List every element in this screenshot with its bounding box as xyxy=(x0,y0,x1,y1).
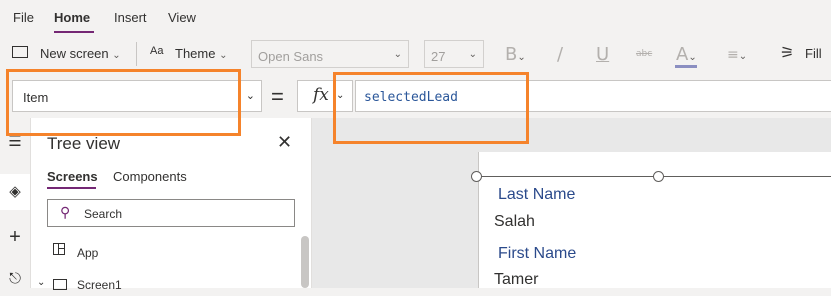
tree-item-screen1-label: Screen1 xyxy=(77,278,122,292)
tab-screens[interactable]: Screens xyxy=(47,169,98,184)
search-input[interactable]: ⚲ Search xyxy=(47,199,295,227)
font-family-select[interactable]: Open Sans ⌄ xyxy=(251,40,409,68)
tree-view-rail-button[interactable]: ◈ xyxy=(0,174,30,210)
toolbar-divider xyxy=(136,42,137,66)
search-icon: ⚲ xyxy=(60,204,71,220)
align-icon: ≡ xyxy=(727,47,739,63)
app-icon xyxy=(53,243,65,255)
new-screen-label: New screen xyxy=(40,46,109,61)
chevron-down-icon: ⌄ xyxy=(245,90,255,102)
chevron-down-icon: ⌄ xyxy=(112,50,121,61)
menu-view[interactable]: View xyxy=(168,10,196,25)
left-rail: ☰ ◈ + ⎋ xyxy=(0,118,31,288)
fill-icon: ⚞ xyxy=(780,45,795,62)
bold-button[interactable]: B⌄ xyxy=(505,44,526,65)
underline-button[interactable]: U xyxy=(596,44,609,65)
field-value-last-name: Salah xyxy=(494,213,535,230)
highlight-formula-box xyxy=(333,72,529,144)
field-value-first-name: Tamer xyxy=(494,271,539,288)
font-size-select[interactable]: 27 ⌄ xyxy=(424,40,484,68)
highlight-property-box xyxy=(6,69,241,136)
chevron-down-icon: ⌄ xyxy=(393,49,402,60)
font-color-swatch xyxy=(675,65,697,68)
tree-item-app[interactable]: App xyxy=(77,246,98,260)
equals-sign: = xyxy=(271,84,284,109)
menu-home[interactable]: Home xyxy=(54,10,90,25)
tree-view-panel: Tree view ✕ Screens Components ⚲ Search … xyxy=(31,118,312,292)
menu-bar: File Home Insert View xyxy=(0,0,831,36)
chevron-down-icon: ⌄ xyxy=(37,277,46,288)
layers-icon: ◈ xyxy=(9,183,21,200)
active-menu-underline xyxy=(54,31,94,33)
tab-components[interactable]: Components xyxy=(113,169,187,184)
menu-insert[interactable]: Insert xyxy=(114,10,147,25)
insert-plus-icon[interactable]: + xyxy=(0,226,30,249)
screen-icon xyxy=(53,279,67,290)
chevron-down-icon: ⌄ xyxy=(517,52,526,63)
fill-button[interactable]: Fill xyxy=(805,46,822,61)
chevron-down-icon: ⌄ xyxy=(219,50,228,61)
italic-button[interactable]: / xyxy=(557,44,563,65)
theme-icon: Aa xyxy=(150,45,164,57)
font-family-value: Open Sans xyxy=(258,49,324,64)
field-label-last-name: Last Name xyxy=(498,186,576,203)
bold-icon: B xyxy=(505,44,518,65)
theme-button[interactable]: Theme ⌄ xyxy=(175,46,227,61)
font-size-value: 27 xyxy=(431,49,446,64)
align-button[interactable]: ≡⌄ xyxy=(727,47,747,63)
tree-item-screen1[interactable]: ⌄ Screen1 xyxy=(31,276,301,296)
font-color-icon: A xyxy=(676,44,689,65)
tree-view-title: Tree view xyxy=(47,134,121,153)
ribbon-toolbar: New screen ⌄ Aa Theme ⌄ Open Sans ⌄ 27 ⌄ B… xyxy=(0,36,831,73)
new-screen-icon xyxy=(12,46,28,58)
resize-handle[interactable] xyxy=(471,171,482,182)
data-icon[interactable]: ⎋ xyxy=(0,270,30,287)
strikethrough-button[interactable]: abc xyxy=(636,49,652,59)
chevron-down-icon: ⌄ xyxy=(688,52,697,63)
active-tab-underline xyxy=(47,187,96,189)
new-screen-button[interactable]: New screen ⌄ xyxy=(40,46,121,61)
chevron-down-icon: ⌄ xyxy=(738,51,748,62)
font-color-button[interactable]: A⌄ xyxy=(676,44,697,65)
menu-file[interactable]: File xyxy=(13,10,34,25)
resize-handle[interactable] xyxy=(653,171,664,182)
close-icon[interactable]: ✕ xyxy=(277,132,292,153)
search-placeholder: Search xyxy=(84,207,123,221)
tree-scrollbar[interactable] xyxy=(301,236,309,288)
chevron-down-icon: ⌄ xyxy=(468,49,477,60)
theme-label: Theme xyxy=(175,46,216,61)
fx-icon: fx xyxy=(313,85,329,105)
field-label-first-name: First Name xyxy=(498,245,577,262)
